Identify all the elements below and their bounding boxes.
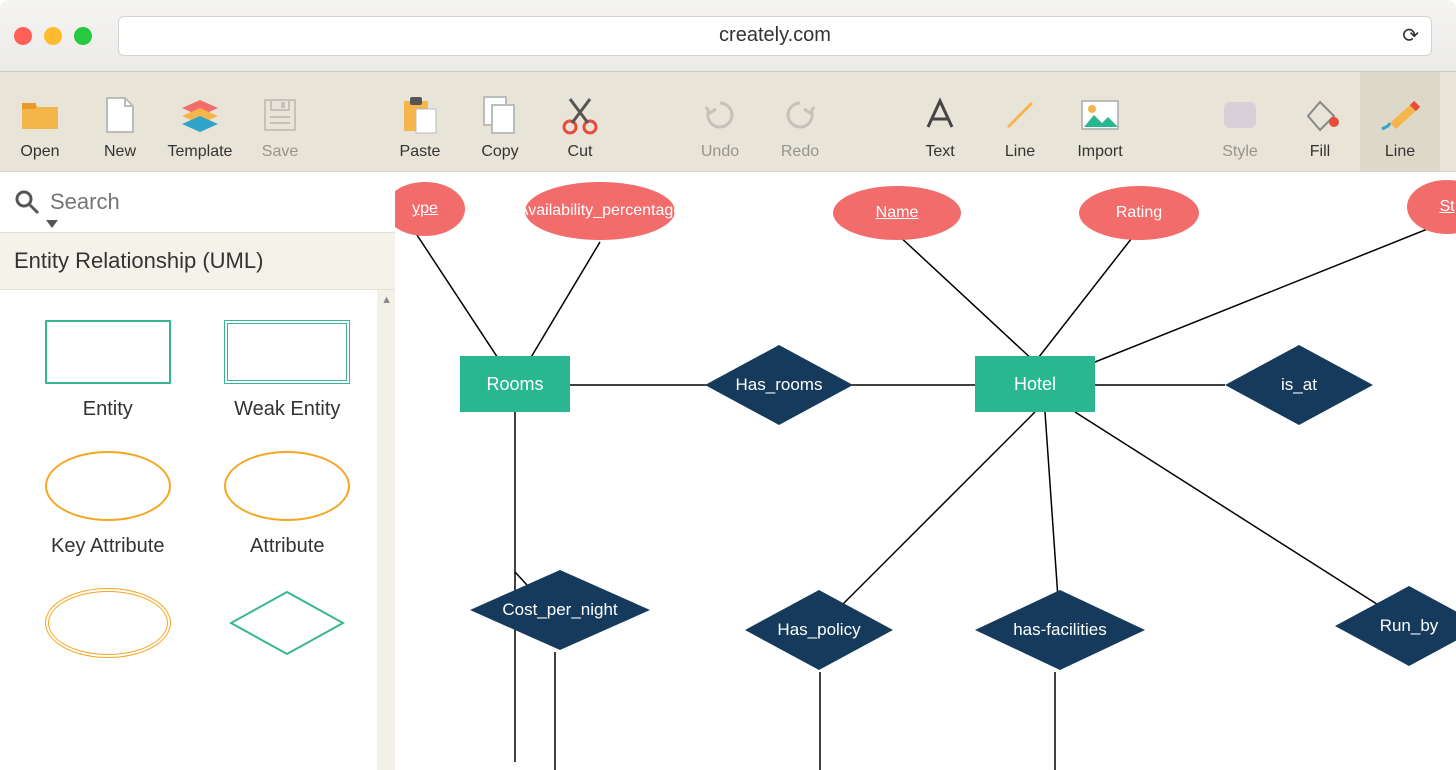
shape-multivalued-attribute[interactable] xyxy=(18,588,198,658)
relationship-is-at[interactable]: is_at xyxy=(1225,345,1373,425)
text-button[interactable]: Text xyxy=(900,72,980,171)
pencil-icon xyxy=(1378,93,1422,137)
new-label: New xyxy=(104,143,136,161)
copy-button[interactable]: Copy xyxy=(460,72,540,171)
line-tool-button[interactable]: Line xyxy=(980,72,1060,171)
cut-button[interactable]: Cut xyxy=(540,72,620,171)
attribute-label: Attribute xyxy=(250,535,324,558)
dropdown-icon[interactable] xyxy=(46,220,58,228)
shape-weak-entity[interactable]: Weak Entity xyxy=(198,320,378,421)
library-title[interactable]: Entity Relationship (UML) xyxy=(0,232,395,290)
line-tool-label: Line xyxy=(1005,143,1035,161)
relationship-shape-icon xyxy=(227,588,347,658)
key-attribute-label: Key Attribute xyxy=(51,535,164,558)
template-icon xyxy=(178,93,222,137)
save-label: Save xyxy=(262,143,298,161)
diagram-canvas[interactable]: ype Availability_percentage Name Rating … xyxy=(395,172,1456,770)
search-input[interactable] xyxy=(50,189,381,215)
style-button: Style xyxy=(1200,72,1280,171)
paste-label: Paste xyxy=(400,143,441,161)
relationship-has-facilities[interactable]: has-facilities xyxy=(975,590,1145,670)
shape-entity[interactable]: Entity xyxy=(18,320,198,421)
line-icon xyxy=(998,93,1042,137)
cut-icon xyxy=(558,93,602,137)
import-label: Import xyxy=(1077,143,1122,161)
fill-button[interactable]: Fill xyxy=(1280,72,1360,171)
shape-relationship[interactable] xyxy=(198,588,378,658)
line-label: Line xyxy=(1385,143,1415,161)
main-toolbar: Open New Template Save Paste Copy C xyxy=(0,72,1456,172)
url-text: creately.com xyxy=(719,24,831,47)
style-icon xyxy=(1218,93,1262,137)
attribute-name[interactable]: Name xyxy=(833,186,961,240)
connector-lines xyxy=(395,172,1456,770)
search-icon xyxy=(14,189,40,215)
attribute-rating[interactable]: Rating xyxy=(1079,186,1199,240)
save-button: Save xyxy=(240,72,320,171)
attribute-availability[interactable]: Availability_percentage xyxy=(525,182,675,240)
undo-button: Undo xyxy=(680,72,760,171)
folder-icon xyxy=(18,93,62,137)
import-button[interactable]: Import xyxy=(1060,72,1140,171)
redo-icon xyxy=(778,93,822,137)
shape-key-attribute[interactable]: Key Attribute xyxy=(18,451,198,558)
entity-rooms[interactable]: Rooms xyxy=(460,356,570,412)
shape-attribute[interactable]: Attribute xyxy=(198,451,378,558)
entity-label: Entity xyxy=(83,398,133,421)
weak-entity-label: Weak Entity xyxy=(234,398,340,421)
close-window-icon[interactable] xyxy=(14,27,32,45)
text-icon xyxy=(918,93,962,137)
key-attribute-shape-icon xyxy=(45,451,171,521)
copy-label: Copy xyxy=(481,143,518,161)
redo-button: Redo xyxy=(760,72,840,171)
window-controls xyxy=(14,27,92,45)
undo-label: Undo xyxy=(701,143,739,161)
line-button[interactable]: Line xyxy=(1360,72,1440,171)
weak-entity-shape-icon xyxy=(224,320,350,384)
paste-button[interactable]: Paste xyxy=(380,72,460,171)
import-icon xyxy=(1078,93,1122,137)
entity-hotel[interactable]: Hotel xyxy=(975,356,1095,412)
new-button[interactable]: New xyxy=(80,72,160,171)
shape-sidebar: Entity Relationship (UML) ▲ Entity Weak … xyxy=(0,172,395,770)
relationship-cost-per-night[interactable]: Cost_per_night xyxy=(470,570,650,650)
browser-chrome: creately.com ⟳ xyxy=(0,0,1456,72)
redo-label: Redo xyxy=(781,143,819,161)
new-doc-icon xyxy=(98,93,142,137)
open-label: Open xyxy=(20,143,59,161)
text-label: Text xyxy=(925,143,954,161)
paste-icon xyxy=(398,93,442,137)
copy-icon xyxy=(478,93,522,137)
workspace: Entity Relationship (UML) ▲ Entity Weak … xyxy=(0,172,1456,770)
save-icon xyxy=(258,93,302,137)
template-label: Template xyxy=(168,143,233,161)
fill-label: Fill xyxy=(1310,143,1330,161)
fill-icon xyxy=(1298,93,1342,137)
multivalued-shape-icon xyxy=(45,588,171,658)
open-button[interactable]: Open xyxy=(0,72,80,171)
relationship-has-rooms[interactable]: Has_rooms xyxy=(705,345,853,425)
relationship-run-by[interactable]: Run_by xyxy=(1335,586,1456,666)
cut-label: Cut xyxy=(568,143,593,161)
template-button[interactable]: Template xyxy=(160,72,240,171)
minimize-window-icon[interactable] xyxy=(44,27,62,45)
undo-icon xyxy=(698,93,742,137)
style-label: Style xyxy=(1222,143,1258,161)
maximize-window-icon[interactable] xyxy=(74,27,92,45)
attribute-shape-icon xyxy=(224,451,350,521)
shape-search xyxy=(0,172,395,232)
entity-shape-icon xyxy=(45,320,171,384)
relationship-has-policy[interactable]: Has_policy xyxy=(745,590,893,670)
scroll-up-icon[interactable]: ▲ xyxy=(381,294,392,306)
reload-icon[interactable]: ⟳ xyxy=(1402,23,1419,48)
address-bar[interactable]: creately.com ⟳ xyxy=(118,16,1432,56)
scrollbar[interactable] xyxy=(377,290,395,770)
shape-palette: ▲ Entity Weak Entity Key Attribute Attri… xyxy=(0,290,395,770)
